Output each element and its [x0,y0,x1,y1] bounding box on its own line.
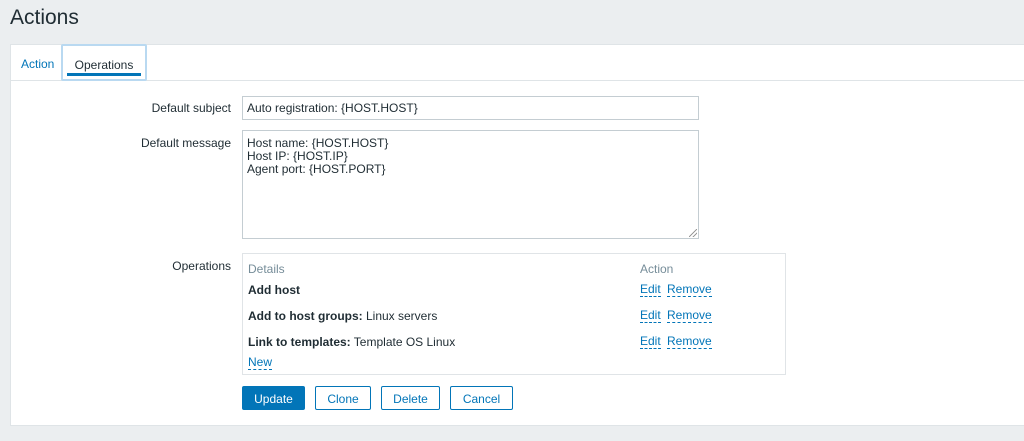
operations-table: Details Action Add host Edit Remove Add … [242,253,786,375]
operations-label: Operations [172,259,231,273]
default-message-wrapper [242,130,699,239]
operation-title: Add host [248,283,300,297]
delete-button[interactable]: Delete [381,386,440,410]
operation-detail: Template OS Linux [350,335,456,349]
default-subject-input[interactable] [242,96,699,120]
resize-handle-icon[interactable] [689,229,697,237]
page-title: Actions [10,6,79,29]
edit-link[interactable]: Edit [640,283,661,297]
operation-title: Link to templates: [248,335,351,349]
tab-operations[interactable]: Operations [61,44,147,81]
operation-row-add-to-host-groups: Add to host groups: Linux servers [248,309,437,323]
action-form-panel: Action Operations Default subject Defaul… [10,44,1024,426]
column-header-details: Details [248,262,285,276]
cancel-button[interactable]: Cancel [450,386,513,410]
edit-link[interactable]: Edit [640,335,661,349]
update-button[interactable]: Update [242,386,305,410]
default-message-textarea[interactable] [242,130,699,239]
default-message-label: Default message [140,136,231,150]
default-subject-label: Default subject [151,101,231,115]
remove-link[interactable]: Remove [667,335,712,349]
operation-row-add-host: Add host [248,283,300,297]
remove-link[interactable]: Remove [667,309,712,323]
tab-operations-label: Operations [74,58,134,72]
edit-link[interactable]: Edit [640,309,661,323]
new-operation-link[interactable]: New [248,356,273,370]
column-header-action: Action [640,262,674,276]
remove-link[interactable]: Remove [667,283,712,297]
operation-title: Add to host groups: [248,309,363,323]
operation-detail: Linux servers [362,309,438,323]
active-tab-indicator [67,73,141,76]
clone-button[interactable]: Clone [315,386,371,410]
operation-row-link-to-templates: Link to templates: Template OS Linux [248,335,455,349]
tab-action[interactable]: Action [21,45,54,80]
tab-bar: Action Operations [11,44,1024,81]
